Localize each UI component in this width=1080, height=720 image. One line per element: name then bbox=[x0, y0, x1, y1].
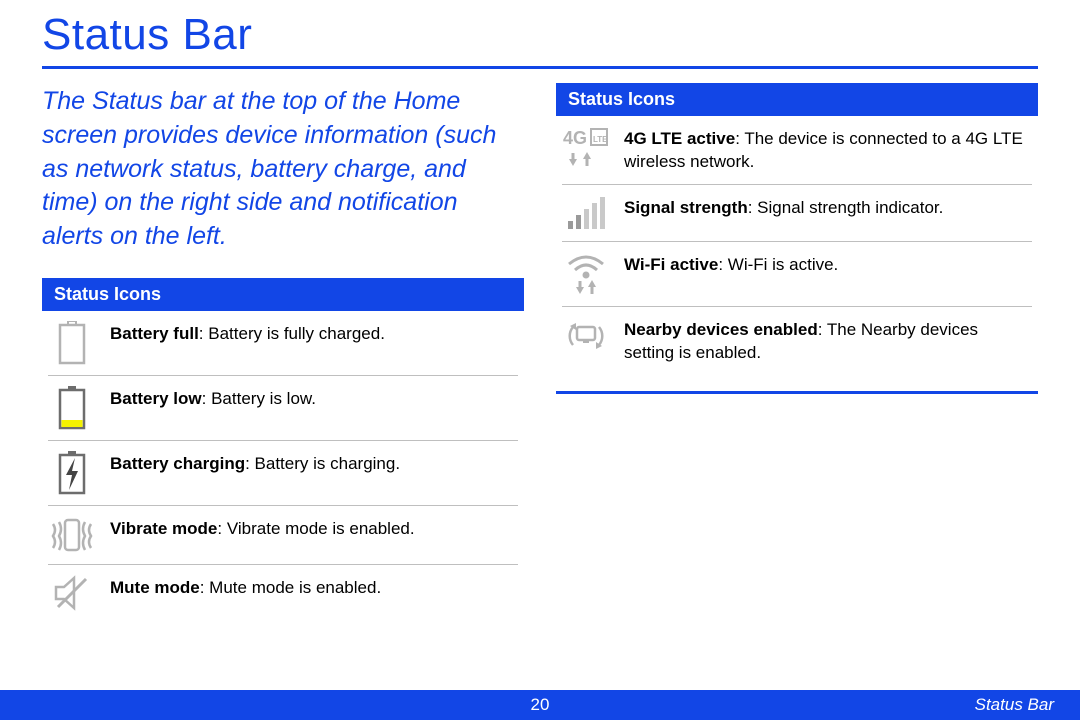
left-section-heading: Status Icons bbox=[42, 278, 524, 311]
svg-text:LTE: LTE bbox=[593, 135, 608, 144]
nearby-devices-icon bbox=[562, 317, 610, 357]
status-item: Battery full: Battery is fully charged. bbox=[42, 311, 524, 375]
page-number: 20 bbox=[531, 695, 550, 715]
status-item-text: Wi-Fi active: Wi-Fi is active. bbox=[624, 252, 838, 277]
status-item-text: Battery full: Battery is fully charged. bbox=[110, 321, 385, 346]
status-item: 4G LTE 4G LTE active: The device is conn… bbox=[556, 116, 1038, 184]
status-item: Battery charging: Battery is charging. bbox=[42, 441, 524, 505]
status-item-text: Vibrate mode: Vibrate mode is enabled. bbox=[110, 516, 415, 541]
status-item: Wi-Fi active: Wi-Fi is active. bbox=[556, 242, 1038, 306]
status-item-text: 4G LTE active: The device is connected t… bbox=[624, 126, 1032, 174]
left-column: The Status bar at the top of the Home sc… bbox=[42, 83, 524, 621]
right-section-heading: Status Icons bbox=[556, 83, 1038, 116]
battery-charging-icon bbox=[48, 451, 96, 495]
status-item-text: Mute mode: Mute mode is enabled. bbox=[110, 575, 381, 600]
status-item: Signal strength: Signal strength indicat… bbox=[556, 185, 1038, 241]
battery-full-icon bbox=[48, 321, 96, 365]
page-footer: 20 Status Bar bbox=[0, 690, 1080, 720]
page-title: Status Bar bbox=[42, 0, 1038, 66]
status-item-text: Battery charging: Battery is charging. bbox=[110, 451, 400, 476]
right-column: Status Icons 4G LTE 4G LTE active: The d… bbox=[556, 83, 1038, 621]
mute-mode-icon bbox=[48, 575, 96, 611]
footer-section-label: Status Bar bbox=[975, 695, 1054, 715]
battery-low-icon bbox=[48, 386, 96, 430]
wifi-active-icon bbox=[562, 252, 610, 296]
title-rule bbox=[42, 66, 1038, 69]
right-end-rule bbox=[556, 391, 1038, 394]
status-item: Vibrate mode: Vibrate mode is enabled. bbox=[42, 506, 524, 564]
status-item: Battery low: Battery is low. bbox=[42, 376, 524, 440]
4g-lte-icon: 4G LTE bbox=[562, 126, 610, 170]
status-item: Mute mode: Mute mode is enabled. bbox=[42, 565, 524, 621]
status-item-text: Nearby devices enabled: The Nearby devic… bbox=[624, 317, 1032, 365]
status-item: Nearby devices enabled: The Nearby devic… bbox=[556, 307, 1038, 375]
vibrate-mode-icon bbox=[48, 516, 96, 554]
intro-text: The Status bar at the top of the Home sc… bbox=[42, 85, 524, 254]
status-item-text: Battery low: Battery is low. bbox=[110, 386, 316, 411]
svg-text:4G: 4G bbox=[563, 128, 587, 148]
signal-strength-icon bbox=[562, 195, 610, 231]
status-item-text: Signal strength: Signal strength indicat… bbox=[624, 195, 943, 220]
